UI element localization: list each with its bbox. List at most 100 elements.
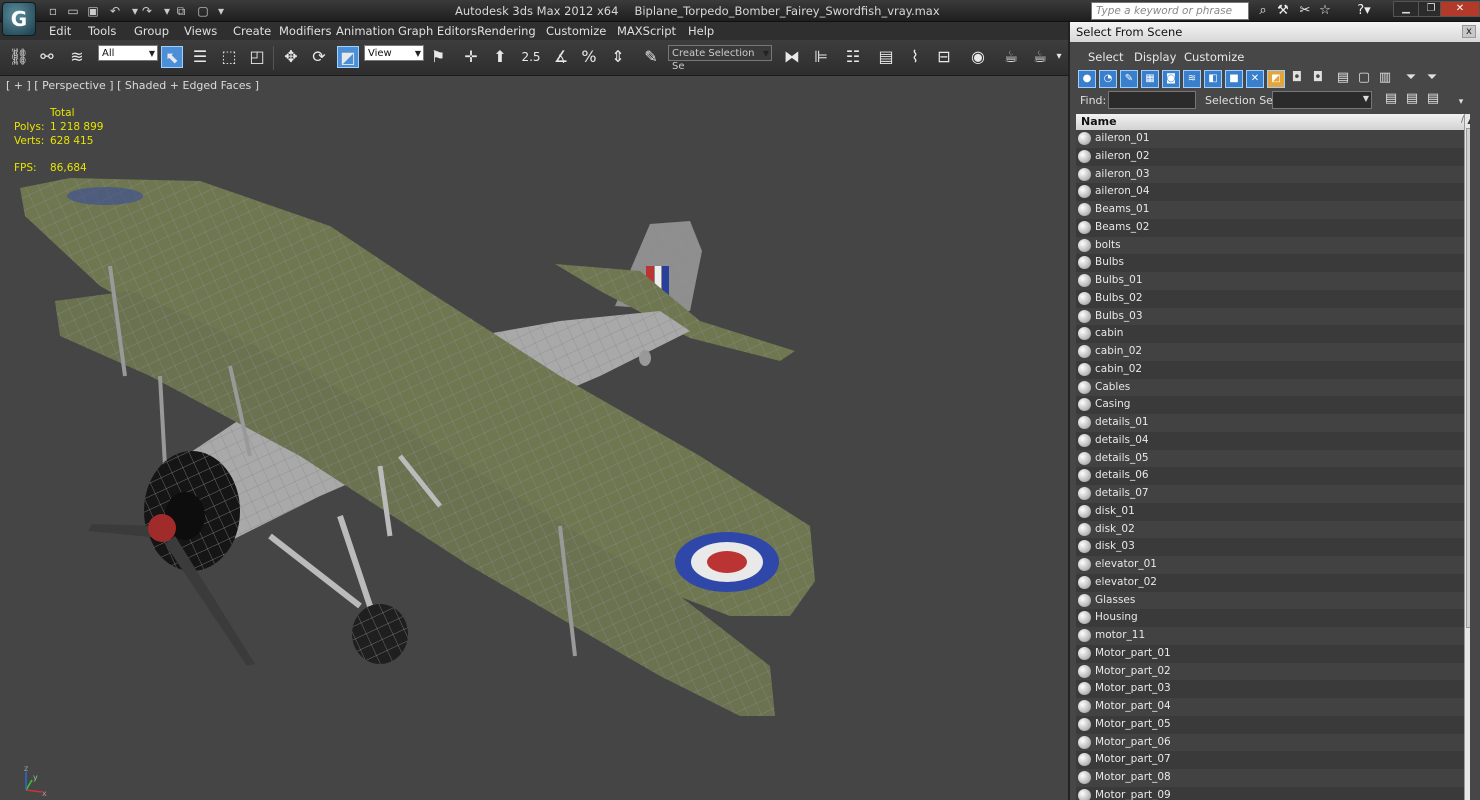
list-item[interactable]: aileron_04: [1076, 183, 1470, 201]
help-icon[interactable]: ?▾: [1350, 3, 1378, 19]
rectangular-selection-icon[interactable]: ⬚: [218, 46, 240, 68]
angle-snap-icon[interactable]: ∡: [550, 46, 572, 68]
display-helpers-icon[interactable]: ◙: [1162, 70, 1180, 88]
list-item[interactable]: aileron_01: [1076, 130, 1470, 148]
menu-animation[interactable]: Animation: [336, 24, 395, 38]
menu-edit[interactable]: Edit: [49, 24, 71, 38]
display-shapes-icon[interactable]: ◔: [1099, 70, 1117, 88]
list-item[interactable]: bolts: [1076, 236, 1470, 255]
selection-filter-dropdown[interactable]: All: [98, 45, 158, 61]
percent-snap-icon[interactable]: %: [578, 46, 600, 68]
dialog-close-button[interactable]: x: [1462, 25, 1476, 38]
unlink-icon[interactable]: ⚯: [36, 46, 58, 68]
menu-graph-editors[interactable]: Graph Editors: [398, 24, 477, 38]
list-item[interactable]: Motor_part_01: [1076, 644, 1470, 663]
material-editor-icon[interactable]: ◉: [967, 46, 989, 68]
list-item[interactable]: Motor_part_03: [1076, 680, 1470, 698]
save-icon[interactable]: ▣: [84, 3, 102, 19]
render-production-dropdown-icon[interactable]: ▾: [1052, 46, 1066, 68]
selection-set-dropdown[interactable]: [1272, 91, 1372, 109]
schematic-view-icon[interactable]: ⊟: [933, 46, 955, 68]
list-item[interactable]: motor_11: [1076, 627, 1470, 645]
display-spacewarps-icon[interactable]: ≋: [1183, 70, 1201, 88]
biplane-wireframe-model[interactable]: [0, 76, 1068, 800]
display-hidden-icon[interactable]: ◘: [1309, 70, 1327, 88]
list-item[interactable]: Glasses: [1076, 591, 1470, 610]
display-xrefs-icon[interactable]: ■: [1225, 70, 1243, 88]
select-all-icon[interactable]: ▤: [1334, 70, 1352, 88]
subscription-icon[interactable]: ✂: [1296, 3, 1314, 19]
list-item[interactable]: details_06: [1076, 467, 1470, 485]
menu-help[interactable]: Help: [688, 24, 714, 38]
select-scale-icon[interactable]: ◩: [337, 46, 359, 68]
keyboard-shortcut-override-icon[interactable]: ⬆: [489, 46, 511, 68]
viewport-label-menu[interactable]: [ + ] [ Perspective ] [ Shaded + Edged F…: [6, 79, 259, 92]
list-item[interactable]: cabin: [1076, 325, 1470, 343]
menu-create[interactable]: Create: [233, 24, 271, 38]
list-item[interactable]: Cables: [1076, 378, 1470, 397]
list-item[interactable]: elevator_02: [1076, 573, 1470, 592]
menu-maxscript[interactable]: MAXScript: [617, 24, 676, 38]
select-object-icon[interactable]: ⬉: [161, 46, 183, 68]
open-file-icon[interactable]: ▭: [64, 3, 82, 19]
list-item[interactable]: details_05: [1076, 449, 1470, 468]
list-item[interactable]: cabin_02: [1076, 343, 1470, 361]
list-item[interactable]: Bulbs: [1076, 254, 1470, 272]
link-icon[interactable]: ⛓: [8, 46, 30, 68]
display-frozen-icon[interactable]: ◘: [1288, 70, 1306, 88]
list-item[interactable]: Motor_part_06: [1076, 733, 1470, 752]
menu-tools[interactable]: Tools: [88, 24, 116, 38]
menu-customize[interactable]: Customize: [546, 24, 606, 38]
project-folder-icon[interactable]: ⧉: [172, 3, 190, 19]
new-file-icon[interactable]: ▫: [44, 3, 62, 19]
redo-icon[interactable]: ↷: [138, 3, 156, 19]
list-item[interactable]: Motor_part_09: [1076, 786, 1470, 800]
bind-space-warp-icon[interactable]: ≋: [66, 46, 88, 68]
display-lights-icon[interactable]: ✎: [1120, 70, 1138, 88]
list-item[interactable]: Beams_01: [1076, 201, 1470, 219]
list-item[interactable]: aileron_03: [1076, 165, 1470, 184]
favorites-star-icon[interactable]: ☆: [1316, 3, 1334, 19]
named-selection-set-dropdown[interactable]: Create Selection Se: [668, 45, 772, 72]
communication-icon[interactable]: ⚒: [1274, 3, 1292, 19]
name-column-header[interactable]: Name /: [1076, 114, 1470, 130]
perspective-viewport[interactable]: [ + ] [ Perspective ] [ Shaded + Edged F…: [0, 76, 1068, 800]
spinner-snap-icon[interactable]: ⇕: [607, 46, 629, 68]
binoculars-icon[interactable]: ⌕: [1254, 3, 1272, 19]
select-rotate-icon[interactable]: ⟳: [308, 46, 330, 68]
display-cameras-icon[interactable]: ▦: [1141, 70, 1159, 88]
scroll-up-arrow-icon[interactable]: ▲: [1465, 114, 1470, 128]
graphite-modeling-icon[interactable]: ▤: [875, 46, 897, 68]
list-item[interactable]: Casing: [1076, 396, 1470, 414]
align-icon[interactable]: ⊫: [810, 46, 832, 68]
list-item[interactable]: Motor_part_02: [1076, 662, 1470, 681]
find-input[interactable]: [1108, 91, 1196, 109]
list-item[interactable]: Motor_part_08: [1076, 769, 1470, 787]
list-item[interactable]: details_07: [1076, 485, 1470, 503]
edit-named-selection-icon[interactable]: ✎: [640, 46, 662, 68]
list-item[interactable]: disk_02: [1076, 520, 1470, 539]
select-none-icon[interactable]: ▢: [1355, 70, 1373, 88]
layer-manager-icon[interactable]: ☷: [842, 46, 864, 68]
app-menu-button[interactable]: G: [2, 2, 36, 36]
menu-rendering[interactable]: Rendering: [477, 24, 536, 38]
scene-object-list[interactable]: Name / aileron_01 aileron_02 aileron_03 ail…: [1076, 114, 1470, 800]
snaps-toggle-icon[interactable]: 2.5: [520, 46, 542, 68]
list-item[interactable]: Housing: [1076, 609, 1470, 627]
select-move-icon[interactable]: ✥: [280, 46, 302, 68]
scroll-thumb[interactable]: [1466, 128, 1470, 628]
render-setup-icon[interactable]: ☕: [1000, 46, 1022, 68]
list-item[interactable]: cabin_02: [1076, 360, 1470, 379]
list-item[interactable]: aileron_02: [1076, 147, 1470, 166]
minimize-button[interactable]: ▁: [1393, 1, 1419, 17]
dialog-menu-display[interactable]: Display: [1134, 50, 1176, 64]
rendered-frame-window-icon[interactable]: ☕: [1029, 46, 1051, 68]
reference-coordinate-dropdown[interactable]: View: [364, 45, 424, 61]
list-scrollbar[interactable]: ▲: [1464, 114, 1470, 800]
list-item[interactable]: Bulbs_01: [1076, 272, 1470, 290]
list-item[interactable]: elevator_01: [1076, 556, 1470, 574]
edit-selection-set-icon[interactable]: ▤: [1424, 91, 1442, 109]
pivot-center-icon[interactable]: ⚑: [427, 46, 449, 68]
menu-group[interactable]: Group: [134, 24, 169, 38]
select-manipulate-icon[interactable]: ✛: [460, 46, 482, 68]
